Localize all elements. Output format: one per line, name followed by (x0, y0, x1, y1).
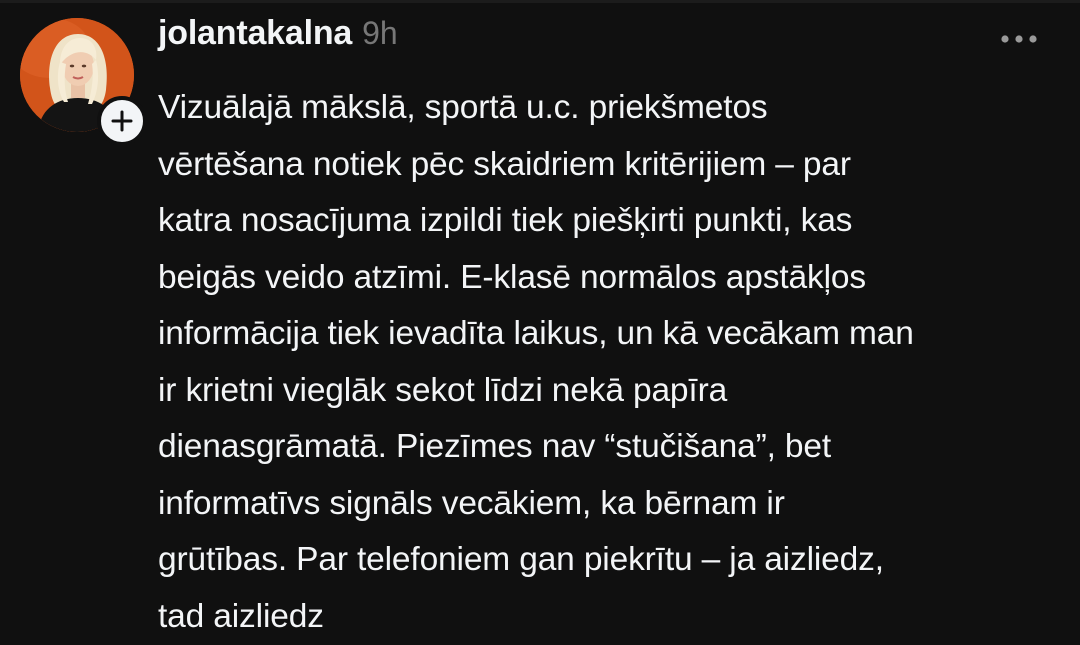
post-header: jolantakalna 9h (158, 14, 398, 66)
thread-post: jolantakalna 9h Vizuālajā mākslā, sportā… (0, 0, 1080, 635)
avatar-container (20, 18, 147, 146)
timestamp: 9h (362, 15, 398, 51)
username[interactable]: jolantakalna (158, 14, 352, 53)
more-horizontal-icon (1001, 35, 1037, 43)
follow-button[interactable] (97, 96, 147, 146)
plus-icon (111, 110, 133, 132)
more-options-button[interactable] (992, 22, 1046, 56)
post-text: Vizuālajā mākslā, sportā u.c. priekšmeto… (158, 89, 914, 635)
